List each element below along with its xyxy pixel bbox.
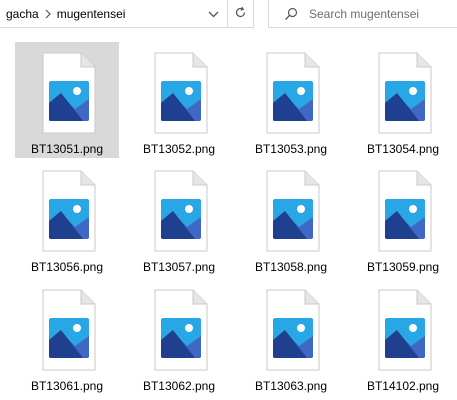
image-file-icon <box>42 289 96 371</box>
file-name: BT13062.png <box>142 379 216 393</box>
file-item[interactable]: BT13054.png <box>351 42 455 158</box>
file-name: BT13056.png <box>30 260 104 274</box>
image-file-icon <box>378 170 432 252</box>
file-name: BT13059.png <box>366 260 440 274</box>
file-name: BT13053.png <box>254 142 328 156</box>
image-file-icon <box>378 52 432 134</box>
file-grid: BT13051.png BT13052.png BT13053.png BT13… <box>0 30 457 400</box>
file-item[interactable]: BT13062.png <box>127 279 231 395</box>
search-input[interactable] <box>309 6 449 21</box>
file-item[interactable]: BT14102.png <box>351 279 455 395</box>
chevron-right-icon[interactable] <box>39 0 57 28</box>
image-file-icon <box>42 170 96 252</box>
file-item[interactable]: BT13051.png <box>15 42 119 158</box>
image-file-icon <box>42 52 96 134</box>
address-bar[interactable]: gacha mugentensei <box>0 0 228 28</box>
file-item[interactable]: BT13063.png <box>239 279 343 395</box>
file-name: BT14102.png <box>366 379 440 393</box>
refresh-icon <box>234 6 247 22</box>
file-name: BT13054.png <box>366 142 440 156</box>
file-item[interactable]: BT13056.png <box>15 160 119 276</box>
chevron-down-icon[interactable] <box>205 0 221 28</box>
image-file-icon <box>378 289 432 371</box>
image-file-icon <box>266 289 320 371</box>
file-name: BT13052.png <box>142 142 216 156</box>
file-item[interactable]: BT13053.png <box>239 42 343 158</box>
image-file-icon <box>154 170 208 252</box>
file-name: BT13051.png <box>30 142 104 156</box>
search-icon <box>284 7 298 21</box>
file-name: BT13057.png <box>142 260 216 274</box>
file-item[interactable]: BT13052.png <box>127 42 231 158</box>
search-box[interactable] <box>268 0 457 28</box>
image-file-icon <box>266 52 320 134</box>
file-name: BT13058.png <box>254 260 328 274</box>
explorer-toolbar: gacha mugentensei <box>0 0 457 30</box>
file-name: BT13063.png <box>254 379 328 393</box>
file-item[interactable]: BT13057.png <box>127 160 231 276</box>
file-item[interactable]: BT13058.png <box>239 160 343 276</box>
file-name: BT13061.png <box>30 379 104 393</box>
breadcrumb-gacha[interactable]: gacha <box>6 0 39 28</box>
refresh-button[interactable] <box>228 0 254 28</box>
breadcrumb-mugentensei[interactable]: mugentensei <box>57 0 126 28</box>
file-item[interactable]: BT13061.png <box>15 279 119 395</box>
image-file-icon <box>154 52 208 134</box>
image-file-icon <box>154 289 208 371</box>
image-file-icon <box>266 170 320 252</box>
file-item[interactable]: BT13059.png <box>351 160 455 276</box>
